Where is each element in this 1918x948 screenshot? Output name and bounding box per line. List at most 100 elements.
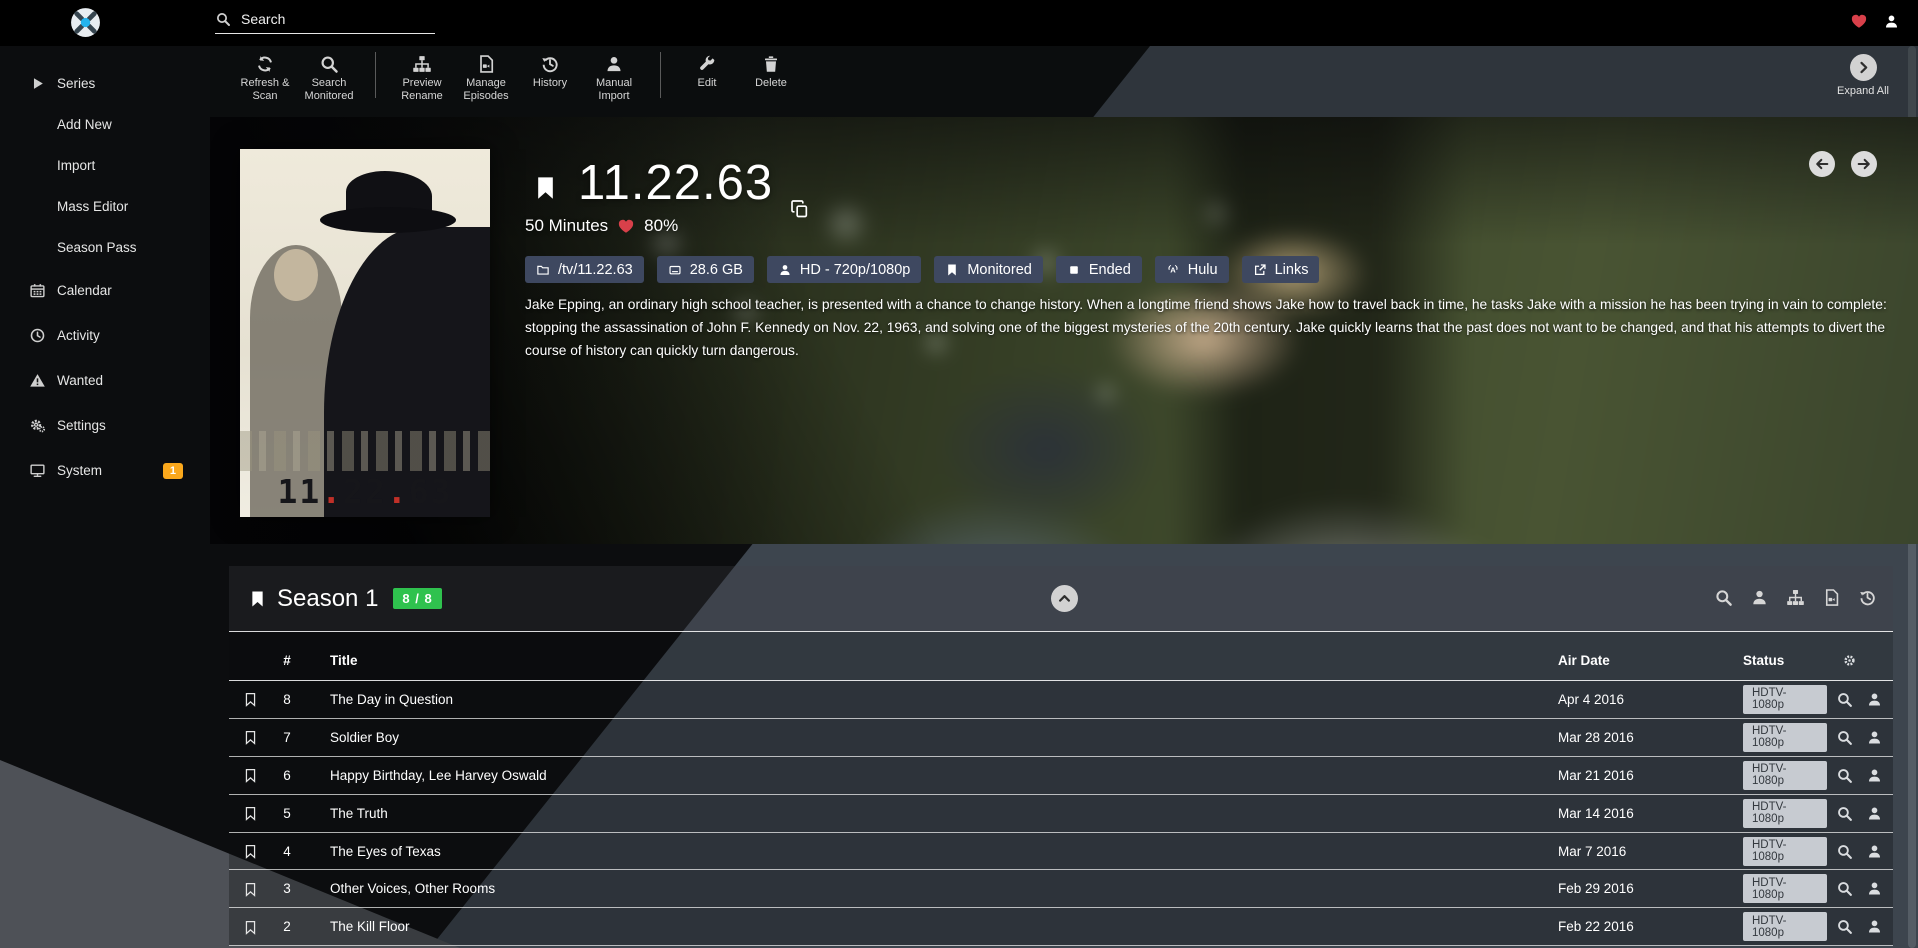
- episode-row: 6 Happy Birthday, Lee Harvey Oswald Mar …: [229, 757, 1893, 795]
- episode-title[interactable]: Soldier Boy: [303, 730, 1551, 745]
- search-monitored-button[interactable]: Search Monitored: [297, 46, 361, 103]
- series-badge--tv-11-22-63: /tv/11.22.63: [525, 256, 644, 283]
- edit-button[interactable]: Edit: [675, 46, 739, 90]
- episode-number: 6: [271, 768, 303, 783]
- episode-monitored-bookmark-icon[interactable]: [243, 730, 258, 745]
- sidebar-item-add-new[interactable]: Add New: [0, 104, 210, 145]
- series-badge-label: HD - 720p/1080p: [800, 262, 910, 278]
- toolbar-button-label: History: [533, 77, 567, 90]
- episode-monitored-bookmark-icon[interactable]: [243, 844, 258, 859]
- search-icon: [319, 54, 339, 74]
- series-monitored-bookmark-icon[interactable]: [532, 163, 559, 213]
- sidebar-item-label: Activity: [57, 328, 100, 343]
- sidebar-item-settings[interactable]: Settings: [0, 403, 210, 448]
- arrow-left-icon: [1814, 156, 1830, 172]
- episode-monitored-bookmark-icon[interactable]: [243, 768, 258, 783]
- season-title: Season 1: [277, 585, 378, 613]
- sonarr-logo-icon[interactable]: [69, 6, 102, 39]
- search-box: [215, 10, 435, 34]
- episode-rows: 8 The Day in Question Apr 4 2016 HDTV-10…: [229, 681, 1893, 946]
- episode-table-header: # Title Air Date Status: [229, 632, 1893, 680]
- season-history-icon[interactable]: [1858, 588, 1877, 607]
- sidebar-item-import[interactable]: Import: [0, 145, 210, 186]
- episode-search-icon[interactable]: [1836, 767, 1853, 784]
- episode-interactive-search-icon[interactable]: [1866, 843, 1883, 860]
- previous-series-button[interactable]: [1809, 151, 1835, 177]
- episode-interactive-search-icon[interactable]: [1866, 691, 1883, 708]
- episode-quality-badge: HDTV-1080p: [1743, 799, 1827, 828]
- history-button[interactable]: History: [518, 46, 582, 90]
- episode-air-date: Mar 28 2016: [1551, 730, 1729, 745]
- toolbar-button-label: Preview Rename: [390, 77, 454, 103]
- sidebar-item-wanted[interactable]: Wanted: [0, 358, 210, 403]
- episode-monitored-bookmark-icon[interactable]: [243, 806, 258, 821]
- episode-title[interactable]: Other Voices, Other Rooms: [303, 881, 1551, 896]
- episode-title[interactable]: Happy Birthday, Lee Harvey Oswald: [303, 768, 1551, 783]
- expand-all-button[interactable]: Expand All: [1828, 54, 1898, 97]
- season-search-icon[interactable]: [1714, 588, 1733, 607]
- user-icon[interactable]: [1883, 13, 1900, 30]
- season-rename-icon[interactable]: [1786, 588, 1805, 607]
- episode-search-icon[interactable]: [1836, 918, 1853, 935]
- sidebar-item-label: Settings: [57, 418, 106, 433]
- episode-row: 7 Soldier Boy Mar 28 2016 HDTV-1080p: [229, 719, 1893, 757]
- delete-button[interactable]: Delete: [739, 46, 803, 90]
- refresh-scan-button[interactable]: Refresh & Scan: [233, 46, 297, 103]
- manual-import-button[interactable]: Manual Import: [582, 46, 646, 103]
- season-file-icon[interactable]: [1822, 588, 1841, 607]
- sidebar-item-series[interactable]: Series: [0, 62, 210, 104]
- donate-heart-icon[interactable]: [1850, 12, 1868, 30]
- broadcast-icon: [1166, 263, 1180, 277]
- sidebar-item-season-pass[interactable]: Season Pass: [0, 227, 210, 268]
- next-series-button[interactable]: [1851, 151, 1877, 177]
- preview-rename-button[interactable]: Preview Rename: [390, 46, 454, 103]
- episode-row: 8 The Day in Question Apr 4 2016 HDTV-10…: [229, 681, 1893, 719]
- poster-skyline: [240, 431, 490, 471]
- episode-search-icon[interactable]: [1836, 691, 1853, 708]
- episode-title[interactable]: The Eyes of Texas: [303, 844, 1551, 859]
- episode-search-icon[interactable]: [1836, 843, 1853, 860]
- search-icon: [215, 11, 231, 27]
- collapse-season-button[interactable]: [1051, 585, 1078, 612]
- episode-title[interactable]: The Kill Floor: [303, 919, 1551, 934]
- table-options-gear-icon[interactable]: [1842, 653, 1857, 668]
- refresh-icon: [255, 54, 275, 74]
- sidebar-item-label: System: [57, 463, 102, 478]
- episode-quality-badge: HDTV-1080p: [1743, 912, 1827, 941]
- episode-interactive-search-icon[interactable]: [1866, 880, 1883, 897]
- sidebar-item-calendar[interactable]: Calendar: [0, 268, 210, 313]
- toolbar-button-label: Delete: [755, 77, 787, 90]
- series-overview: Jake Epping, an ordinary high school tea…: [525, 293, 1893, 362]
- episode-air-date: Mar 7 2016: [1551, 844, 1729, 859]
- episode-search-icon[interactable]: [1836, 805, 1853, 822]
- sidebar-item-activity[interactable]: Activity: [0, 313, 210, 358]
- episode-air-date: Mar 14 2016: [1551, 806, 1729, 821]
- episode-monitored-bookmark-icon[interactable]: [243, 692, 258, 707]
- episode-interactive-search-icon[interactable]: [1866, 729, 1883, 746]
- season-monitored-bookmark-icon[interactable]: [248, 584, 267, 614]
- episode-interactive-search-icon[interactable]: [1866, 805, 1883, 822]
- episode-title[interactable]: The Day in Question: [303, 692, 1551, 707]
- poster-face: [274, 249, 318, 301]
- episode-search-icon[interactable]: [1836, 729, 1853, 746]
- sidebar: SeriesAdd NewImport Mass Editor Season Pas…: [0, 46, 210, 493]
- copy-title-icon[interactable]: [790, 199, 810, 219]
- toolbar-button-label: Edit: [698, 77, 717, 90]
- series-badge-28-6-gb: 28.6 GB: [657, 256, 754, 283]
- episode-monitored-bookmark-icon[interactable]: [243, 882, 258, 897]
- series-badge-links[interactable]: Links: [1242, 256, 1320, 283]
- episode-title[interactable]: The Truth: [303, 806, 1551, 821]
- sidebar-item-mass-editor[interactable]: Mass Editor: [0, 186, 210, 227]
- episode-search-icon[interactable]: [1836, 880, 1853, 897]
- sidebar-item-label: Mass Editor: [57, 199, 128, 214]
- season-interactive-search-icon[interactable]: [1750, 588, 1769, 607]
- episode-monitored-bookmark-icon[interactable]: [243, 920, 258, 935]
- episode-interactive-search-icon[interactable]: [1866, 767, 1883, 784]
- sidebar-item-label: Calendar: [57, 283, 112, 298]
- sitemap-icon: [412, 54, 432, 74]
- file-video-icon: [476, 54, 496, 74]
- sidebar-item-system[interactable]: System1: [0, 448, 210, 493]
- manage-episodes-button[interactable]: Manage Episodes: [454, 46, 518, 103]
- search-input[interactable]: [239, 10, 428, 28]
- episode-interactive-search-icon[interactable]: [1866, 918, 1883, 935]
